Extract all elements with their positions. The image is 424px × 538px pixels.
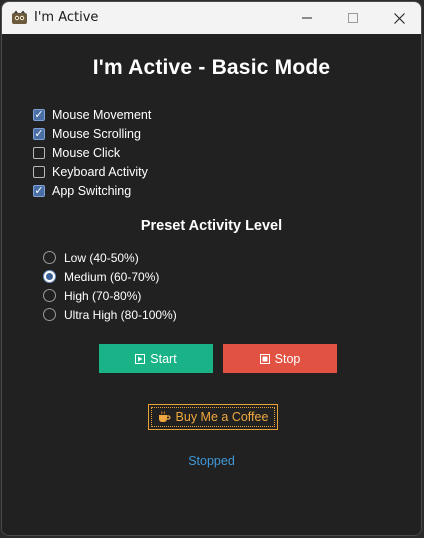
play-icon	[135, 353, 146, 364]
minimize-icon	[302, 17, 312, 19]
radio-row-low[interactable]: Low (40-50%)	[43, 248, 177, 267]
option-label: Mouse Scrolling	[52, 126, 141, 141]
start-button-label: Start	[150, 351, 177, 366]
stop-button[interactable]: Stop	[223, 344, 337, 373]
minimize-button[interactable]	[284, 2, 330, 34]
radio-medium[interactable]	[43, 270, 56, 283]
buy-me-a-coffee-button[interactable]: Buy Me a Coffee	[148, 404, 278, 430]
option-mouse-scrolling[interactable]: ✓ Mouse Scrolling	[33, 124, 151, 143]
title-bar[interactable]: I'm Active	[2, 2, 421, 34]
maximize-icon	[348, 13, 358, 23]
checkbox-app-switching[interactable]: ✓	[33, 184, 45, 197]
radio-label: Low (40-50%)	[64, 250, 139, 265]
checkbox-keyboard-activity[interactable]	[33, 165, 45, 178]
app-window: I'm Active I'm Active - Basic Mode ✓ Mou…	[1, 1, 422, 536]
option-label: Keyboard Activity	[52, 164, 148, 179]
option-label: App Switching	[52, 183, 132, 198]
checkbox-mouse-movement[interactable]: ✓	[33, 108, 45, 121]
radio-row-medium[interactable]: Medium (60-70%)	[43, 267, 177, 286]
app-mascot-icon	[12, 10, 27, 24]
main-panel: I'm Active - Basic Mode ✓ Mouse Movement…	[2, 34, 421, 535]
close-icon	[393, 12, 405, 24]
radio-ultra-high[interactable]	[43, 308, 56, 321]
radio-row-high[interactable]: High (70-80%)	[43, 286, 177, 305]
option-label: Mouse Click	[52, 145, 121, 160]
checkbox-mouse-click[interactable]	[33, 146, 45, 159]
option-mouse-click[interactable]: Mouse Click	[33, 143, 151, 162]
radio-low[interactable]	[43, 251, 56, 264]
stop-button-label: Stop	[274, 351, 301, 366]
preset-levels: Low (40-50%) Medium (60-70%) High (70-80…	[43, 248, 177, 324]
stop-icon	[259, 353, 270, 364]
option-label: Mouse Movement	[52, 107, 152, 122]
page-title: I'm Active - Basic Mode	[92, 56, 331, 79]
close-button[interactable]	[376, 2, 421, 34]
activity-options: ✓ Mouse Movement ✓ Mouse Scrolling Mouse…	[33, 105, 151, 200]
status-text: Stopped	[188, 454, 235, 468]
preset-heading: Preset Activity Level	[140, 218, 283, 234]
start-button[interactable]: Start	[99, 344, 213, 373]
option-keyboard-activity[interactable]: Keyboard Activity	[33, 162, 151, 181]
radio-row-ultra-high[interactable]: Ultra High (80-100%)	[43, 305, 177, 324]
radio-label: Ultra High (80-100%)	[64, 307, 177, 322]
window-title: I'm Active	[34, 10, 99, 25]
option-mouse-movement[interactable]: ✓ Mouse Movement	[33, 105, 151, 124]
option-app-switching[interactable]: ✓ App Switching	[33, 181, 151, 200]
focus-ring	[151, 407, 275, 427]
maximize-button[interactable]	[330, 2, 376, 34]
radio-label: Medium (60-70%)	[64, 269, 160, 284]
checkbox-mouse-scrolling[interactable]: ✓	[33, 127, 45, 140]
radio-label: High (70-80%)	[64, 288, 142, 303]
radio-high[interactable]	[43, 289, 56, 302]
